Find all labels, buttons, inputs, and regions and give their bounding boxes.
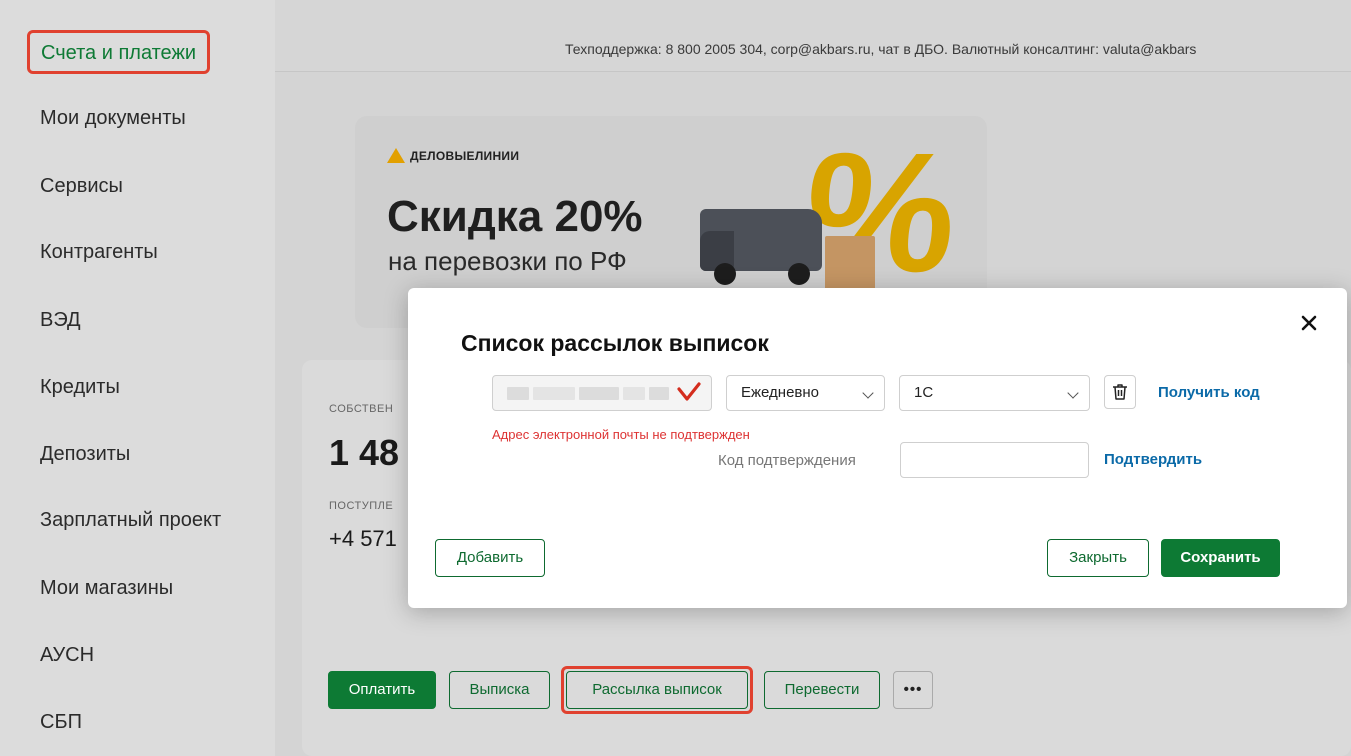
delete-button[interactable] [1104, 375, 1136, 409]
sidebar: Счета и платежи Мои документы Сервисы Ко… [0, 0, 275, 756]
sidebar-item-my-documents[interactable]: Мои документы [40, 107, 186, 130]
confirm-link[interactable]: Подтвердить [1104, 451, 1202, 468]
format-value: 1С [914, 384, 934, 401]
sidebar-item-salary-project[interactable]: Зарплатный проект [40, 509, 221, 532]
incoming-label: ПОСТУПЛЕ [329, 500, 394, 512]
banner-subtitle: на перевозки по РФ [388, 246, 627, 276]
own-funds-label: СОБСТВЕН [329, 403, 394, 415]
banner-brand-name: ДЕЛОВЫЕЛИНИИ [410, 148, 520, 163]
sidebar-item-accounts-payments[interactable]: Счета и платежи [27, 30, 211, 74]
sidebar-item-counterparties[interactable]: Контрагенты [40, 241, 158, 264]
sidebar-item-my-shops[interactable]: Мои магазины [40, 577, 173, 600]
format-select[interactable]: 1С [899, 375, 1090, 411]
sidebar-item-services[interactable]: Сервисы [40, 175, 123, 198]
boxes-illustration [825, 236, 875, 296]
statement-mailing-button[interactable]: Рассылка выписок [566, 671, 748, 709]
banner-brand-logo: ДЕЛОВЫЕЛИНИИ [387, 148, 519, 163]
dialog-title: Список рассылок выписок [461, 330, 769, 356]
top-bar: Техподдержка: 8 800 2005 304, corp@akbar… [275, 0, 1351, 72]
add-button[interactable]: Добавить [435, 539, 545, 577]
truck-illustration [700, 191, 840, 291]
statement-button[interactable]: Выписка [449, 671, 550, 709]
frequency-select[interactable]: Ежедневно [726, 375, 885, 411]
email-error-message: Адрес электронной почты не подтвержден [492, 427, 750, 442]
checkmark-icon [677, 382, 701, 401]
transfer-button[interactable]: Перевести [764, 671, 880, 709]
sidebar-item-credits[interactable]: Кредиты [40, 376, 120, 399]
close-icon[interactable] [1298, 312, 1320, 334]
account-balance: 1 48 [329, 432, 400, 473]
email-field[interactable] [492, 375, 712, 411]
confirmation-code-label: Код подтверждения [718, 452, 856, 469]
chevron-down-icon [862, 387, 874, 399]
get-code-link[interactable]: Получить код [1158, 384, 1260, 401]
sidebar-item-ved[interactable]: ВЭД [40, 309, 81, 332]
statement-mailing-dialog: Список рассылок выписок Ежедневно 1С Пол… [408, 288, 1347, 608]
close-button[interactable]: Закрыть [1047, 539, 1149, 577]
frequency-value: Ежедневно [741, 384, 820, 401]
trash-icon [1113, 384, 1127, 400]
sidebar-item-deposits[interactable]: Депозиты [40, 443, 130, 466]
banner-title: Скидка 20% [387, 192, 643, 241]
incoming-value: +4 571 [329, 526, 397, 551]
sidebar-item-ausn[interactable]: АУСН [40, 644, 94, 667]
chevron-down-icon [1067, 387, 1079, 399]
confirmation-code-input[interactable] [900, 442, 1089, 478]
support-info: Техподдержка: 8 800 2005 304, corp@akbar… [565, 41, 1197, 57]
more-icon[interactable]: ••• [893, 671, 933, 709]
pay-button[interactable]: Оплатить [328, 671, 436, 709]
save-button[interactable]: Сохранить [1161, 539, 1280, 577]
sidebar-item-sbp[interactable]: СБП [40, 711, 82, 734]
logo-triangle-icon [387, 148, 405, 163]
